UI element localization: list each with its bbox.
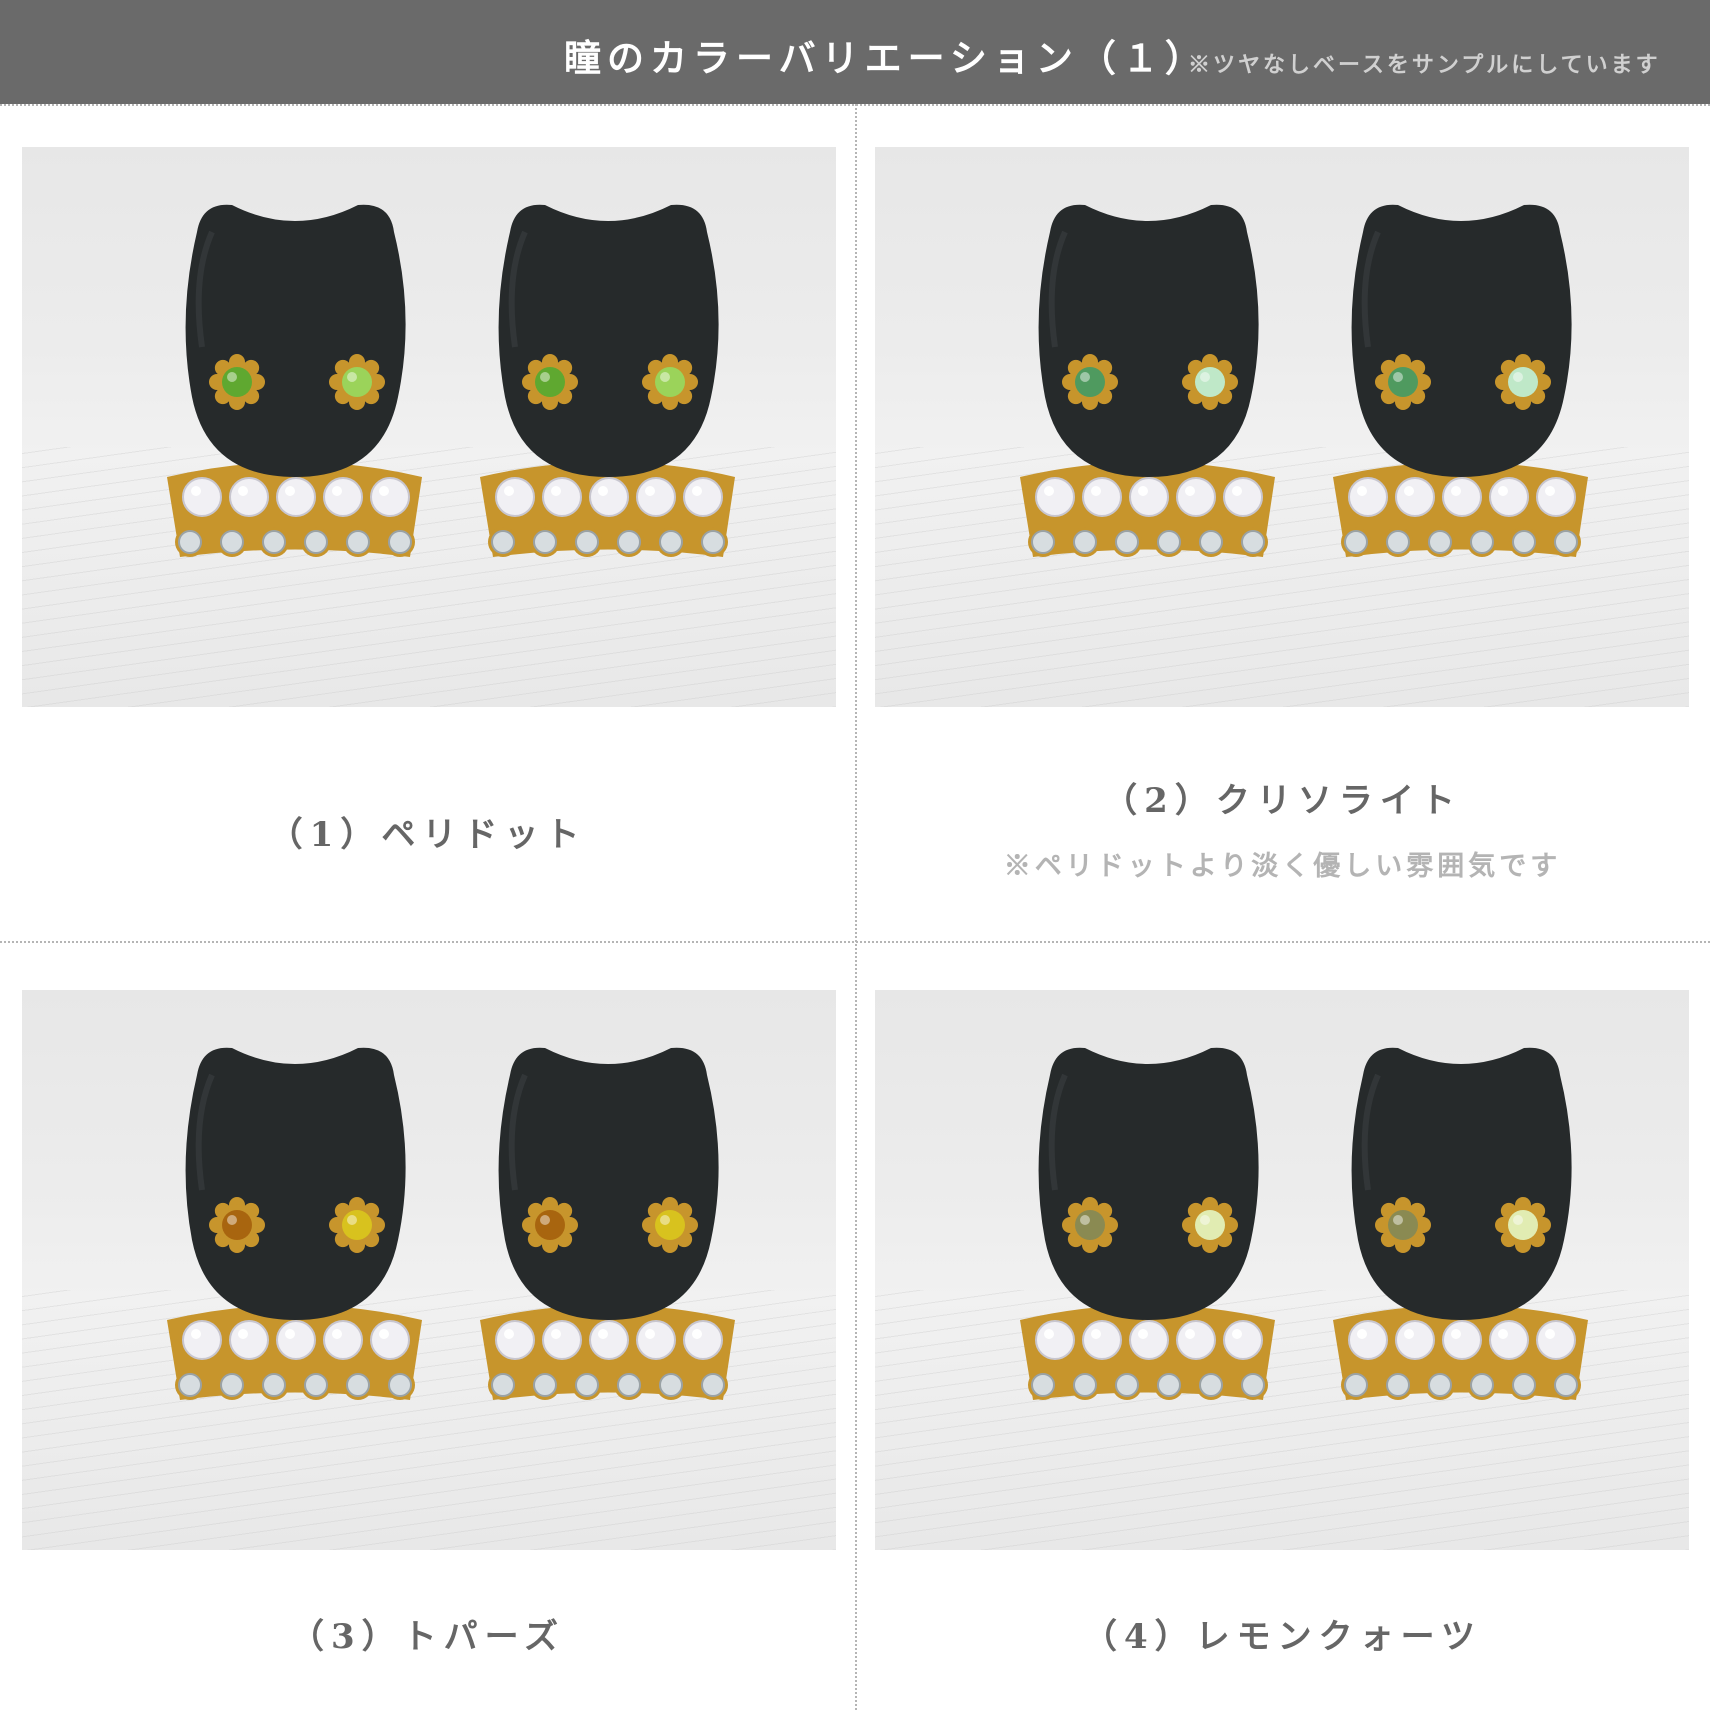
product-photo-peridot bbox=[22, 147, 836, 707]
variant-label-chrysolite: （2）クリソライト bbox=[1103, 781, 1462, 821]
variant-note-chrysolite: ※ペリドットより淡く優しい雰囲気です bbox=[1003, 851, 1562, 882]
earring-cat-right bbox=[1333, 204, 1588, 557]
earring-cat-left bbox=[1020, 1047, 1275, 1400]
earring-cat-right bbox=[480, 204, 735, 557]
header-bar: 瞳のカラーバリエーション（１） ※ツヤなしベースをサンプルにしています bbox=[0, 0, 1710, 104]
earring-cat-left bbox=[1020, 204, 1275, 557]
variant-label-lemon-quartz: （4）レモンクォーツ bbox=[1083, 1617, 1482, 1657]
product-photo-chrysolite bbox=[875, 147, 1689, 707]
variant-label-peridot: （1）ペリドット bbox=[268, 815, 587, 855]
header-note: ※ツヤなしベースをサンプルにしています bbox=[1188, 52, 1661, 78]
vertical-divider bbox=[855, 104, 857, 1710]
product-photo-topaz bbox=[22, 990, 836, 1550]
page-title: 瞳のカラーバリエーション（１） bbox=[564, 36, 1208, 80]
earring-cat-right bbox=[1333, 1047, 1588, 1400]
earring-cat-right bbox=[480, 1047, 735, 1400]
earring-cat-left bbox=[167, 204, 422, 557]
earring-cat-left bbox=[167, 1047, 422, 1400]
product-photo-lemon-quartz bbox=[875, 990, 1689, 1550]
variant-label-topaz: （3）トパーズ bbox=[290, 1617, 565, 1657]
